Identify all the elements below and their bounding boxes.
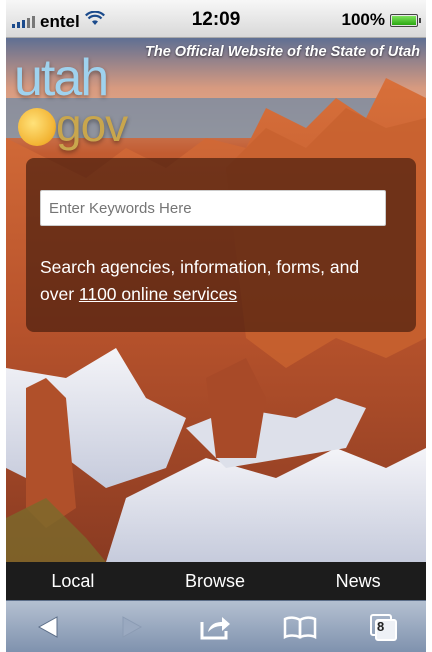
bottom-navigation: Local Browse News xyxy=(6,562,426,600)
site-tagline: The Official Website of the State of Uta… xyxy=(145,44,420,60)
utah-gov-logo[interactable]: utah gov xyxy=(10,48,150,158)
nav-local[interactable]: Local xyxy=(51,571,94,592)
bookmarks-icon[interactable] xyxy=(280,609,320,645)
status-right: 100% xyxy=(341,10,421,30)
status-bar: entel 12:09 100% xyxy=(6,0,426,38)
forward-arrow-icon[interactable] xyxy=(112,609,152,645)
logo-gov-text: gov xyxy=(56,99,128,151)
nav-browse[interactable]: Browse xyxy=(185,571,245,592)
online-services-link[interactable]: 1100 online services xyxy=(79,284,237,304)
back-arrow-icon[interactable] xyxy=(28,609,68,645)
hero-background: utah gov The Official Website of the Sta… xyxy=(6,38,426,562)
tabs-count: 8 xyxy=(377,618,385,634)
battery-percent: 100% xyxy=(341,10,385,29)
search-panel: Search agencies, information, forms, and… xyxy=(26,158,416,332)
browser-toolbar: 8 xyxy=(6,600,426,652)
search-input[interactable] xyxy=(40,190,386,226)
battery-icon xyxy=(390,13,421,27)
sun-icon xyxy=(18,108,56,146)
share-icon[interactable] xyxy=(196,609,236,645)
battery-fill xyxy=(392,15,416,25)
search-description: Search agencies, information, forms, and… xyxy=(40,254,390,308)
nav-news[interactable]: News xyxy=(336,571,381,592)
tabs-icon[interactable]: 8 xyxy=(364,609,404,645)
